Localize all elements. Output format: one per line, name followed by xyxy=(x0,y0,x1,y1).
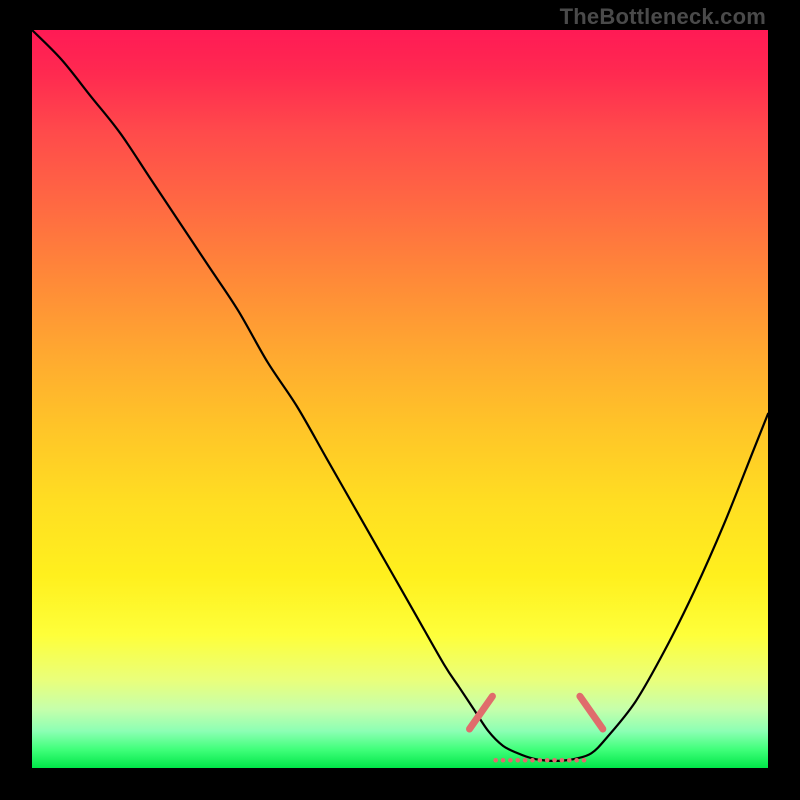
chart-dot xyxy=(560,758,565,763)
chart-dot xyxy=(582,758,587,763)
chart-dot xyxy=(545,758,550,763)
chart-dot xyxy=(567,758,572,763)
chart-dot xyxy=(493,758,498,763)
chart-dot xyxy=(574,758,579,763)
chart-svg-layer xyxy=(32,30,768,768)
chart-dash-marker xyxy=(580,696,603,729)
chart-dash-markers xyxy=(469,696,602,729)
chart-dot xyxy=(523,758,528,763)
attribution-text: TheBottleneck.com xyxy=(560,4,766,30)
chart-dot xyxy=(515,758,520,763)
chart-dot xyxy=(508,758,513,763)
chart-dash-marker xyxy=(469,696,492,729)
chart-dot xyxy=(501,758,506,763)
chart-dot xyxy=(530,758,535,763)
chart-dot xyxy=(538,758,543,763)
chart-main-curve xyxy=(32,30,768,761)
chart-frame: TheBottleneck.com xyxy=(0,0,800,800)
chart-dot xyxy=(552,758,557,763)
